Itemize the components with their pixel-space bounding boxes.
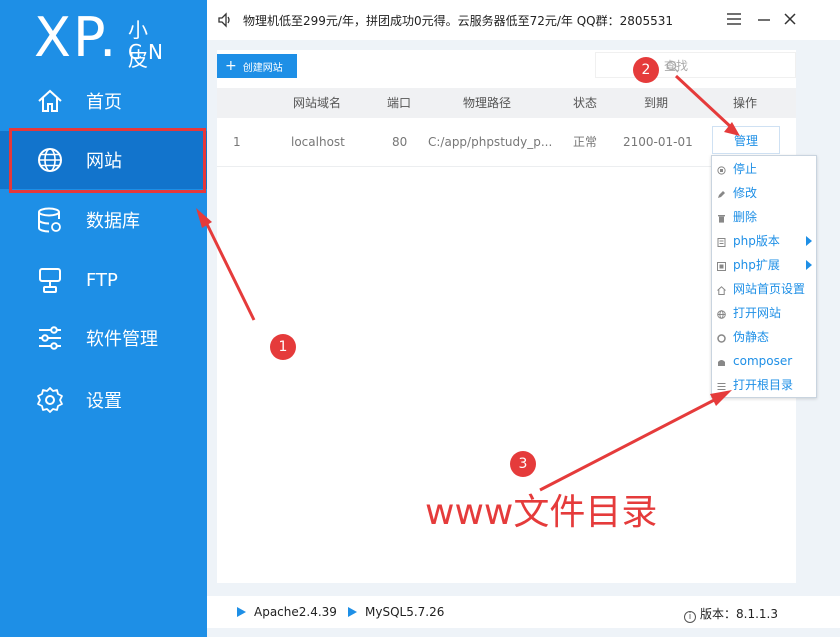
row-port: 80 (392, 135, 408, 149)
apache-label: Apache2.4.39 (254, 605, 337, 619)
status-bar: Apache2.4.39 MySQL5.7.26 i 版本：8.1.1.3 (207, 596, 840, 628)
search-input[interactable]: 查找 (595, 52, 796, 78)
trash-icon (717, 212, 726, 223)
edit-icon (717, 188, 726, 198)
menu-item-label: 伪静态 (733, 330, 770, 344)
mysql-label: MySQL5.7.26 (365, 605, 445, 619)
menu-item-label: php扩展 (733, 258, 780, 272)
sidebar: XP. 小皮 CN 首页 网站 数据库 FTP 软件管理 设置 (0, 0, 207, 637)
sidebar-item-software[interactable]: 软件管理 (0, 309, 207, 367)
rewrite-icon (717, 332, 726, 343)
search-icon (666, 60, 679, 76)
column-header: 状态 (573, 96, 598, 110)
row-path: C:/app/phpstudy_p... (428, 135, 553, 149)
menu-item-label: 网站首页设置 (733, 282, 806, 296)
logo-cn-text: CN (128, 40, 169, 64)
column-header: 操作 (733, 96, 758, 110)
annotation-text: www文件目录 (425, 492, 658, 533)
column-header: 到期 (644, 96, 669, 110)
sidebar-item-label: 首页 (86, 92, 122, 113)
sidebar-item-home[interactable]: 首页 (0, 72, 207, 130)
database-icon (36, 206, 64, 234)
globe-icon (717, 308, 726, 319)
menu-item-open-root-dir[interactable]: 打开根目录 (712, 373, 816, 397)
menu-item-php-version[interactable]: php版本 (712, 229, 816, 253)
sidebar-item-label: 软件管理 (86, 329, 158, 350)
speaker-icon (217, 12, 233, 32)
notice-text[interactable]: 物理机低至299元/年，拼团成功0元得。云服务器低至72元/年 QQ群：2805… (243, 12, 673, 29)
annotation-number-1: 1 (270, 334, 296, 360)
menu-item-label: 停止 (733, 162, 758, 176)
sidebar-item-database[interactable]: 数据库 (0, 191, 207, 249)
create-site-label: 创建网站 (242, 62, 283, 74)
sidebar-item-settings[interactable]: 设置 (0, 371, 207, 429)
row-domain: localhost (291, 135, 345, 149)
table-header: 网站域名 端口 物理路径 状态 到期 操作 (217, 88, 796, 118)
ftp-icon (36, 266, 64, 294)
menu-item-label: 打开网站 (733, 306, 782, 320)
menu-item-php-extension[interactable]: php扩展 (712, 253, 816, 277)
close-icon[interactable] (781, 10, 799, 28)
sidebar-item-ftp[interactable]: FTP (0, 251, 207, 309)
row-status: 正常 (573, 135, 598, 149)
sidebar-item-label: 设置 (86, 391, 122, 412)
column-header: 物理路径 (463, 96, 512, 110)
create-site-button[interactable]: + 创建网站 (217, 54, 297, 78)
row-index: 1 (233, 135, 241, 149)
home-icon (36, 87, 64, 115)
row-expire: 2100-01-01 (623, 135, 693, 149)
menu-item-homepage-settings[interactable]: 网站首页设置 (712, 277, 816, 301)
menu-item-label: 修改 (733, 186, 758, 200)
manage-button[interactable]: 管理 (712, 126, 780, 154)
apache-status[interactable]: Apache2.4.39 (237, 605, 337, 619)
table-row[interactable]: 1 localhost 80 C:/app/phpstudy_p... 正常 2… (217, 118, 796, 167)
menu-item-edit[interactable]: 修改 (712, 181, 816, 205)
submenu-arrow-icon (806, 236, 812, 246)
composer-icon (717, 356, 726, 366)
logo-mark: XP. (34, 6, 119, 69)
menu-item-composer[interactable]: composer (712, 349, 816, 373)
column-header: 端口 (387, 96, 412, 110)
stop-icon (717, 164, 726, 175)
home-icon (717, 284, 726, 295)
list-icon (717, 380, 726, 390)
play-icon (348, 607, 357, 617)
menu-item-label: php版本 (733, 234, 780, 248)
menu-item-delete[interactable]: 删除 (712, 205, 816, 229)
submenu-arrow-icon (806, 260, 812, 270)
annotation-highlight-box (9, 128, 206, 193)
version-label: 版本：8.1.1.3 (700, 607, 778, 621)
column-header: 网站域名 (293, 96, 342, 110)
menu-icon[interactable] (725, 10, 743, 28)
version-info: i 版本：8.1.1.3 (684, 605, 778, 623)
manage-context-menu: 停止 修改 删除 php版本 php扩展 网站首页设置 打开网站 伪静态 com… (711, 155, 817, 398)
menu-item-label: 删除 (733, 210, 758, 224)
menu-item-open-site[interactable]: 打开网站 (712, 301, 816, 325)
top-bar: 物理机低至299元/年，拼团成功0元得。云服务器低至72元/年 QQ群：2805… (207, 0, 840, 40)
gear-icon (36, 386, 64, 414)
menu-item-rewrite[interactable]: 伪静态 (712, 325, 816, 349)
annotation-number-2: 2 (633, 57, 659, 83)
file-icon (717, 236, 726, 247)
annotation-number-3: 3 (510, 451, 536, 477)
sidebar-item-label: 数据库 (86, 211, 140, 232)
sidebar-item-label: FTP (86, 269, 118, 291)
menu-item-stop[interactable]: 停止 (712, 157, 816, 181)
play-icon (237, 607, 246, 617)
sliders-icon (36, 324, 64, 352)
mysql-status[interactable]: MySQL5.7.26 (348, 605, 444, 619)
info-icon: i (684, 611, 696, 623)
plus-icon: + (225, 58, 237, 74)
menu-item-label: composer (733, 354, 793, 368)
minimize-icon[interactable] (755, 10, 773, 28)
extension-icon (717, 260, 726, 271)
menu-item-label: 打开根目录 (733, 378, 794, 392)
